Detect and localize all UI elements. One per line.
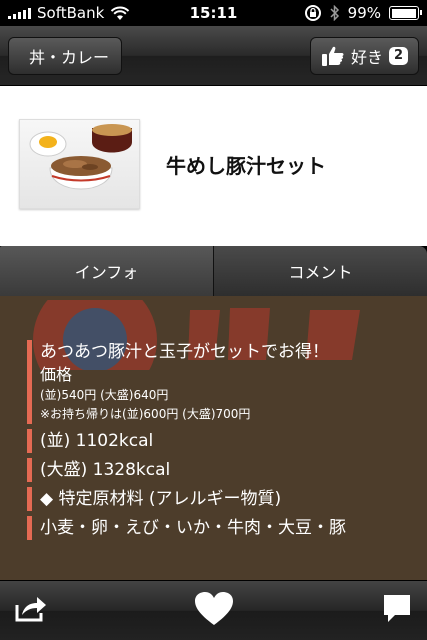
allergen-heading: ◆ 特定原材料 (アレルギー物質): [40, 489, 282, 509]
tab-bar: インフォ コメント: [0, 246, 427, 296]
kcal-regular: (並) 1102kcal: [40, 431, 154, 451]
kcal-large: (大盛) 1328kcal: [40, 460, 171, 480]
info-block-kcal-regular: (並) 1102kcal: [27, 429, 427, 453]
info-block-kcal-large: (大盛) 1328kcal: [27, 458, 427, 482]
item-thumbnail: [19, 119, 140, 209]
item-header: 牛めし豚汁セット: [0, 86, 427, 246]
info-panel: あつあつ豚汁と玉子がセットでお得！ 価格 (並)540円 (大盛)640円 ※お…: [0, 296, 427, 580]
headline: あつあつ豚汁と玉子がセットでお得！: [40, 342, 329, 362]
share-icon[interactable]: [14, 593, 48, 623]
allergen-list: 小麦・卵・えび・いか・牛肉・大豆・豚: [40, 518, 346, 538]
navigation-bar: 丼・カレー 好き 2: [0, 26, 427, 86]
price-line-2: ※お持ち帰りは(並)600円 (大盛)700円: [40, 407, 251, 421]
tab-comments[interactable]: コメント: [213, 246, 427, 296]
battery-icon: [389, 6, 422, 20]
like-count-badge: 2: [388, 47, 408, 65]
battery-percent: 99%: [347, 4, 381, 22]
price-heading: 価格: [40, 365, 73, 384]
info-block-price: あつあつ豚汁と玉子がセットでお得！ 価格 (並)540円 (大盛)640円 ※お…: [27, 340, 427, 424]
bluetooth-icon: [330, 5, 339, 21]
item-title: 牛めし豚汁セット: [166, 154, 326, 178]
price-line-1: (並)540円 (大盛)640円: [40, 388, 169, 402]
info-block-allergens: 小麦・卵・えび・いか・牛肉・大豆・豚: [27, 516, 427, 540]
back-button-label: 丼・カレー: [29, 48, 110, 67]
heart-icon[interactable]: [194, 591, 234, 627]
like-label: 好き: [350, 48, 383, 67]
like-button[interactable]: 好き 2: [309, 37, 419, 75]
back-button[interactable]: 丼・カレー: [8, 37, 123, 75]
tab-info[interactable]: インフォ: [0, 246, 213, 296]
thumbs-up-icon: [321, 46, 344, 66]
bottom-toolbar: [0, 580, 427, 640]
status-bar: SoftBank 15:11 99%: [0, 0, 427, 26]
info-blocks: あつあつ豚汁と玉子がセットでお得！ 価格 (並)540円 (大盛)640円 ※お…: [27, 340, 427, 545]
status-right: 99%: [304, 4, 422, 22]
info-block-allergen-heading: ◆ 特定原材料 (アレルギー物質): [27, 487, 427, 511]
comment-icon[interactable]: [382, 593, 412, 625]
rotation-lock-icon: [304, 5, 321, 21]
